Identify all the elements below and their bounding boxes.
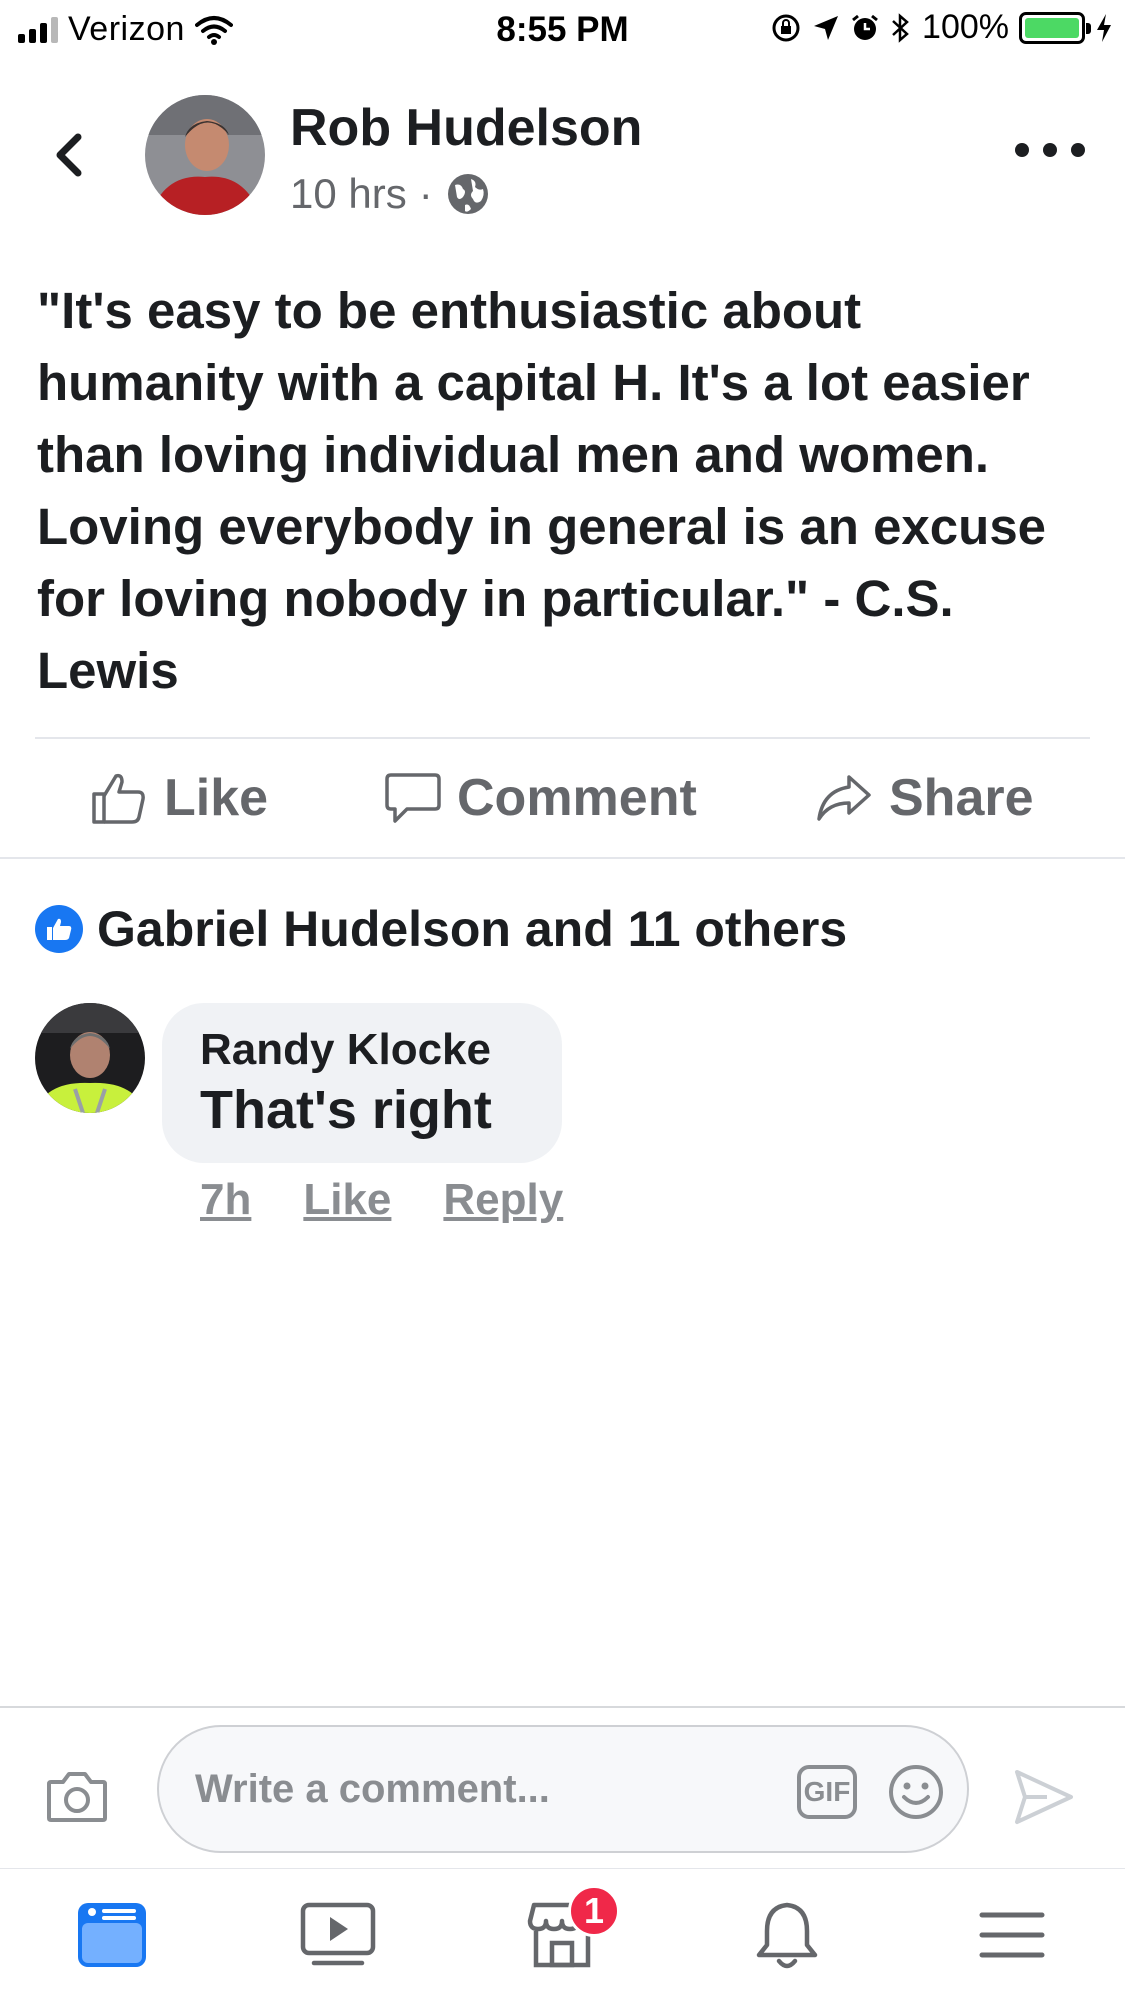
alarm-icon — [852, 14, 878, 40]
divider — [0, 1868, 1125, 1869]
bell-icon — [756, 1902, 818, 1969]
author-avatar[interactable] — [145, 95, 265, 215]
charging-bolt-icon — [1097, 13, 1111, 42]
more-options-button[interactable] — [1015, 135, 1085, 165]
like-button[interactable]: Like — [90, 768, 268, 828]
share-arrow-icon — [817, 775, 871, 821]
comment-placeholder: Write a comment... — [195, 1767, 550, 1811]
divider — [35, 737, 1090, 739]
comment-text: That's right — [200, 1080, 492, 1140]
news-feed-icon — [78, 1903, 146, 1967]
comment-reply-button[interactable]: Reply — [443, 1175, 563, 1225]
marketplace-badge: 1 — [568, 1885, 620, 1937]
commenter-name[interactable]: Randy Klocke — [200, 1025, 524, 1075]
gif-label: GIF — [803, 1776, 851, 1807]
like-reaction-icon — [35, 905, 83, 953]
like-label: Like — [164, 769, 269, 827]
status-right: 100% — [770, 8, 1113, 47]
comment-bubble-icon — [385, 773, 441, 823]
more-dot — [1071, 143, 1085, 157]
tab-watch[interactable] — [298, 1895, 378, 1975]
status-bar: Verizon 8:55 PM 100% — [0, 0, 1125, 64]
orientation-lock-icon — [772, 14, 800, 41]
emoji-icon[interactable] — [887, 1763, 945, 1821]
comment-composer: Write a comment... GIF — [0, 1708, 1125, 1868]
thumbs-up-icon — [92, 773, 145, 824]
meta-separator: · — [418, 170, 433, 217]
location-arrow-icon — [814, 15, 839, 40]
comment-input[interactable]: Write a comment... GIF — [157, 1725, 969, 1853]
bluetooth-icon — [892, 12, 909, 43]
share-label: Share — [889, 769, 1034, 827]
battery-icon — [1019, 11, 1091, 44]
more-dot — [1015, 143, 1029, 157]
gif-button[interactable]: GIF — [797, 1765, 857, 1819]
reactions-summary[interactable]: Gabriel Hudelson and 11 others — [35, 900, 847, 958]
post-meta: 10 hrs · — [290, 170, 491, 218]
comment-label: Comment — [457, 769, 697, 827]
post-time[interactable]: 10 hrs — [290, 170, 407, 218]
bottom-tab-bar: 1 — [0, 1870, 1125, 2001]
post-header: Rob Hudelson 10 hrs · — [0, 90, 1125, 220]
comment-time[interactable]: 7h — [200, 1175, 251, 1225]
comment-button[interactable]: Comment — [385, 768, 697, 828]
tab-menu[interactable] — [972, 1895, 1052, 1975]
comment-bubble[interactable]: Randy Klocke That's right — [162, 1003, 562, 1163]
hamburger-menu-icon — [979, 1912, 1045, 1958]
divider — [0, 857, 1125, 859]
send-icon[interactable] — [1013, 1766, 1075, 1828]
camera-icon[interactable] — [45, 1768, 109, 1824]
comment-actions: 7h Like Reply — [200, 1175, 563, 1225]
author-name[interactable]: Rob Hudelson — [290, 98, 642, 158]
video-play-icon — [300, 1902, 376, 1966]
more-dot — [1043, 143, 1057, 157]
post-action-bar: Like Comment Share — [0, 740, 1125, 855]
globe-icon[interactable] — [445, 171, 491, 217]
tab-marketplace[interactable]: 1 — [522, 1885, 620, 1975]
battery-percent: 100% — [922, 8, 1009, 46]
comment-like-button[interactable]: Like — [303, 1175, 391, 1225]
tab-notifications[interactable] — [747, 1895, 827, 1975]
post-text: "It's easy to be enthusiastic about huma… — [37, 282, 1047, 699]
tab-news-feed[interactable] — [72, 1895, 152, 1975]
share-button[interactable]: Share — [815, 768, 1034, 828]
reactions-text: Gabriel Hudelson and 11 others — [97, 901, 848, 957]
commenter-avatar[interactable] — [35, 1003, 145, 1113]
back-arrow-icon[interactable] — [40, 125, 100, 185]
